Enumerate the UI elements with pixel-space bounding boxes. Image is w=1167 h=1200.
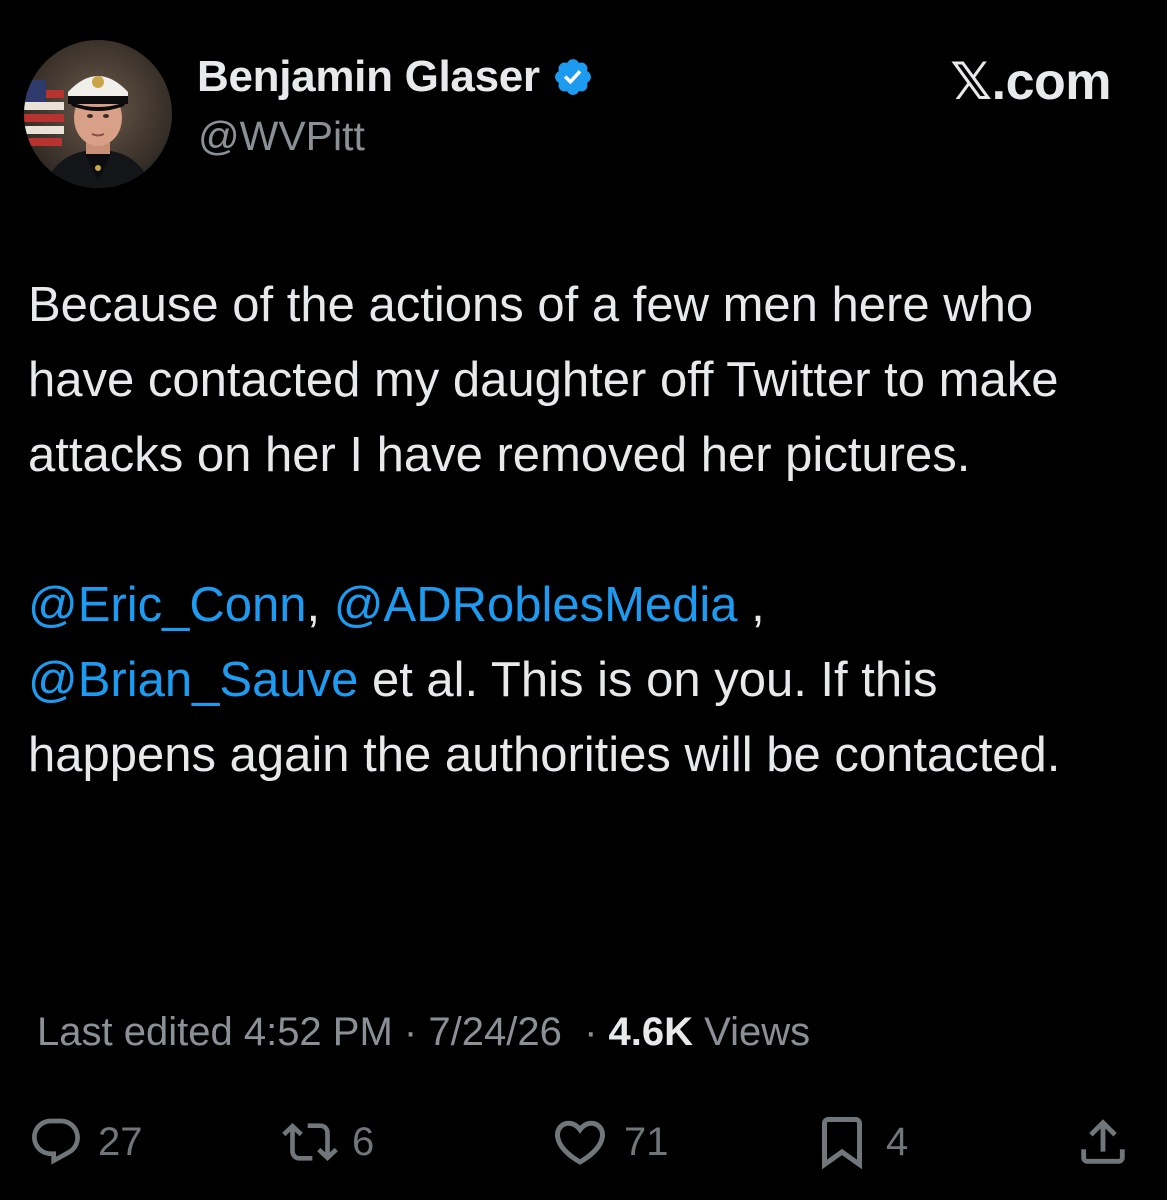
tweet-meta: Last edited 4:52 PM · 7/24/26 · 4.6K Vie… bbox=[37, 1010, 810, 1055]
x-logo: 𝕏.com bbox=[950, 53, 1111, 111]
meta-separator: · bbox=[403, 1010, 418, 1054]
views-count: 4.6K bbox=[608, 1010, 694, 1054]
meta-separator: · bbox=[572, 1010, 598, 1054]
tweet-paragraph-mentions: @Eric_Conn, @ADRoblesMedia , @Brian_Sauv… bbox=[28, 568, 1138, 793]
heart-icon bbox=[554, 1120, 606, 1165]
separator-text: , bbox=[737, 578, 765, 632]
mention-link[interactable]: @ADRoblesMedia bbox=[334, 578, 738, 632]
tweet-paragraph: Because of the actions of a few men here… bbox=[28, 278, 1059, 482]
like-count: 71 bbox=[624, 1119, 669, 1164]
separator-text: , bbox=[306, 578, 334, 632]
edited-label[interactable]: Last edited bbox=[37, 1010, 233, 1054]
bookmark-icon bbox=[822, 1117, 862, 1170]
mention-link[interactable]: @Brian_Sauve bbox=[28, 653, 358, 707]
retweet-count: 6 bbox=[352, 1119, 375, 1164]
retweet-button[interactable]: 6 bbox=[282, 1110, 374, 1174]
share-icon bbox=[1081, 1119, 1125, 1164]
reply-count: 27 bbox=[98, 1119, 143, 1164]
share-button[interactable] bbox=[1074, 1110, 1132, 1174]
bookmark-button[interactable]: 4 bbox=[812, 1110, 908, 1174]
tweet-text: Because of the actions of a few men here… bbox=[28, 268, 1138, 793]
bookmark-count: 4 bbox=[886, 1119, 909, 1164]
views-label: Views bbox=[704, 1010, 811, 1054]
author-name-row: Benjamin Glaser bbox=[197, 52, 594, 102]
tweet-date[interactable]: 7/24/26 bbox=[428, 1010, 561, 1054]
marine-portrait-avatar-icon bbox=[24, 40, 172, 188]
author-handle[interactable]: @WVPitt bbox=[198, 113, 365, 160]
reply-icon bbox=[32, 1118, 80, 1165]
mention-link[interactable]: @Eric_Conn bbox=[28, 578, 307, 632]
verified-badge-icon bbox=[554, 59, 591, 95]
author-display-name[interactable]: Benjamin Glaser bbox=[197, 52, 540, 102]
tweet-card: Benjamin Glaser @WVPitt 𝕏.com Because of… bbox=[0, 0, 1167, 1200]
reply-button[interactable]: 27 bbox=[28, 1110, 143, 1174]
tweet-time[interactable]: 4:52 PM bbox=[244, 1010, 393, 1054]
avatar[interactable] bbox=[24, 40, 172, 188]
like-button[interactable]: 71 bbox=[550, 1110, 669, 1174]
retweet-icon bbox=[282, 1123, 338, 1161]
action-bar: 27 6 71 4 bbox=[0, 1110, 1167, 1174]
